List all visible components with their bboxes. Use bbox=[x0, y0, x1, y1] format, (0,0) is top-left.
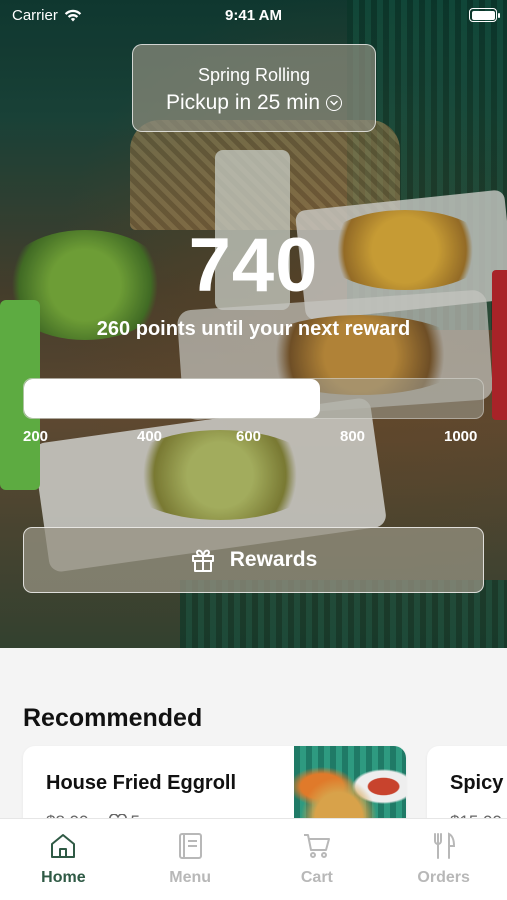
cart-icon bbox=[303, 834, 330, 858]
points-balance: 740 bbox=[188, 223, 319, 308]
rewards-progress-fill bbox=[24, 379, 320, 418]
tab-orders[interactable]: Orders bbox=[380, 819, 507, 900]
tab-label: Cart bbox=[300, 869, 333, 886]
item-name: House Fried Eggroll bbox=[46, 772, 237, 794]
store-name: Spring Rolling bbox=[197, 65, 311, 85]
points-until-reward: 260 points until your next reward bbox=[96, 318, 411, 340]
progress-tick: 600 bbox=[236, 428, 262, 445]
pickup-label: Pickup in 25 min bbox=[165, 91, 321, 114]
fork-knife-icon bbox=[433, 832, 455, 859]
tab-home[interactable]: Home bbox=[0, 819, 127, 900]
status-bar: Carrier 9:41 AM bbox=[0, 0, 507, 32]
tab-label: Home bbox=[41, 869, 86, 886]
progress-ticks: 200 400 600 800 1000 bbox=[23, 428, 484, 448]
tab-menu[interactable]: Menu bbox=[127, 819, 254, 900]
home-icon bbox=[51, 834, 76, 858]
tab-label: Orders bbox=[417, 869, 470, 886]
item-name: Spicy bbox=[450, 772, 504, 794]
chevron-down-icon bbox=[326, 95, 343, 111]
tab-cart[interactable]: Cart bbox=[254, 819, 381, 900]
progress-tick: 800 bbox=[340, 428, 366, 445]
pickup-time: Pickup in 25 min bbox=[133, 91, 375, 115]
progress-tick: 400 bbox=[137, 428, 163, 445]
rewards-button-label: Rewards bbox=[229, 548, 318, 571]
progress-tick: 1000 bbox=[444, 428, 478, 445]
gift-icon bbox=[191, 549, 214, 572]
rewards-button[interactable]: Rewards bbox=[23, 527, 484, 593]
battery-icon bbox=[469, 8, 500, 22]
location-selector[interactable]: Spring Rolling Pickup in 25 min bbox=[132, 44, 376, 132]
recommended-heading: Recommended bbox=[23, 704, 203, 732]
menu-book-icon bbox=[179, 833, 203, 859]
tab-bar: Home Menu Cart Orders bbox=[0, 818, 507, 900]
progress-tick: 200 bbox=[23, 428, 49, 445]
tab-label: Menu bbox=[169, 869, 212, 886]
clock: 9:41 AM bbox=[225, 7, 282, 24]
rewards-progress-bar bbox=[23, 378, 484, 419]
